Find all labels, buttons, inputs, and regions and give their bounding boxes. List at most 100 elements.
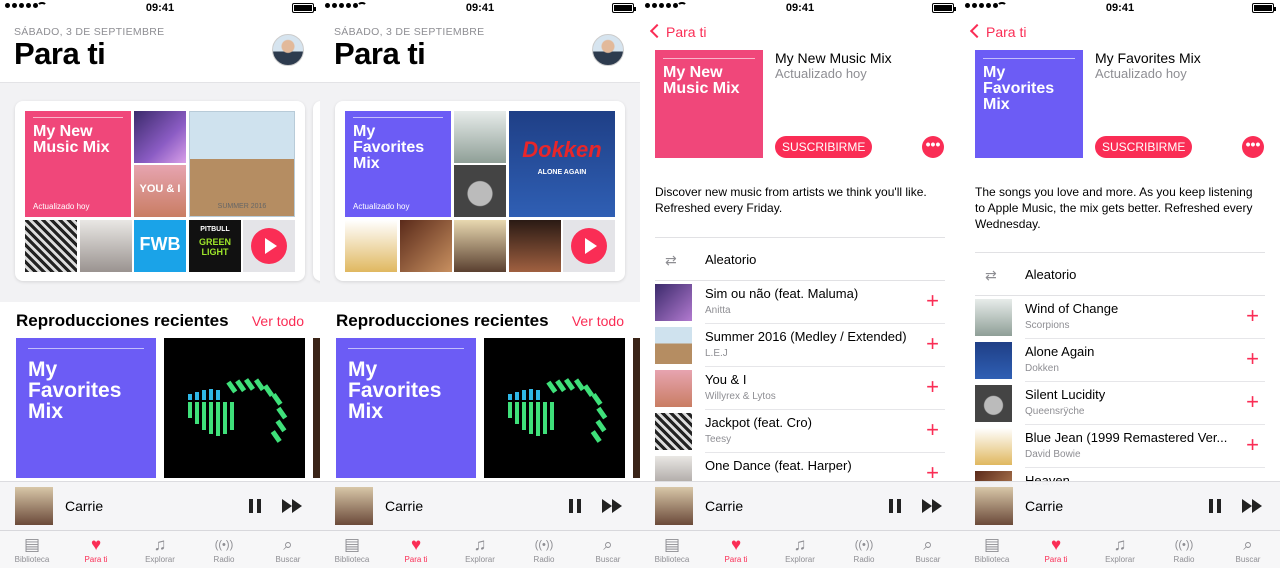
tab-bar: ▤ Biblioteca ♥ Para ti ♫ Explorar ((•)) Radi…: [320, 530, 640, 568]
album-art[interactable]: YOU & I: [134, 165, 186, 217]
tab-browse[interactable]: ♫ Explorar: [448, 531, 512, 568]
heart-icon: ♥: [410, 535, 422, 554]
status-bar: 09:41: [320, 0, 640, 16]
album-art[interactable]: [454, 111, 506, 163]
play-button[interactable]: [251, 228, 287, 264]
track-row[interactable]: Jackpot (feat. Cro) Teesy +: [655, 410, 945, 453]
pause-icon[interactable]: [1209, 499, 1221, 513]
section-title-recent: Reproducciones recientes: [16, 311, 229, 330]
album-art[interactable]: [454, 165, 506, 217]
mix-tile[interactable]: My New Music Mix Actualizado hoy: [25, 111, 131, 217]
tab-library[interactable]: ▤ Biblioteca: [0, 531, 64, 568]
tab-library[interactable]: ▤ Biblioteca: [320, 531, 384, 568]
pause-icon[interactable]: [889, 499, 901, 513]
search-icon: ⌕: [923, 535, 933, 554]
fast-forward-icon[interactable]: [602, 499, 624, 513]
add-icon[interactable]: +: [926, 331, 939, 357]
recent-album-art[interactable]: [484, 338, 625, 478]
avatar[interactable]: [272, 34, 304, 66]
back-button[interactable]: Para ti: [652, 24, 706, 40]
tab-browse[interactable]: ♫ Explorar: [768, 531, 832, 568]
tab-search[interactable]: ⌕ Buscar: [576, 531, 640, 568]
now-playing-title: Carrie: [385, 498, 424, 514]
recent-album-peek[interactable]: [313, 338, 320, 478]
see-all-link[interactable]: Ver todo: [572, 313, 624, 329]
tab-browse[interactable]: ♫ Explorar: [128, 531, 192, 568]
track-title: Jackpot (feat. Cro): [705, 415, 812, 430]
tab-search[interactable]: ⌕ Buscar: [1216, 531, 1280, 568]
mix-card-favorites[interactable]: My Favorites Mix Actualizado hoy Dokken A…: [335, 101, 625, 281]
album-art[interactable]: [345, 220, 397, 272]
recent-album-peek[interactable]: [633, 338, 640, 478]
tab-radio[interactable]: ((•)) Radio: [512, 531, 576, 568]
more-button[interactable]: •••: [1242, 136, 1264, 158]
track-row[interactable]: Summer 2016 (Medley / Extended) L.E.J +: [655, 324, 945, 367]
track-row[interactable]: Silent Lucidity Queensrÿche +: [975, 382, 1265, 425]
subscribe-button[interactable]: SUSCRIBIRME: [1095, 136, 1193, 158]
tab-browse[interactable]: ♫ Explorar: [1088, 531, 1152, 568]
add-icon[interactable]: +: [1246, 303, 1259, 329]
track-art: [655, 284, 692, 321]
mini-player[interactable]: Carrie: [0, 481, 320, 530]
album-art[interactable]: [25, 220, 77, 272]
mini-player[interactable]: Carrie: [960, 481, 1280, 530]
fast-forward-icon[interactable]: [282, 499, 304, 513]
see-all-link[interactable]: Ver todo: [252, 313, 304, 329]
track-row[interactable]: Wind of Change Scorpions +: [975, 296, 1265, 339]
track-row[interactable]: Alone Again Dokken +: [975, 339, 1265, 382]
add-icon[interactable]: +: [926, 374, 939, 400]
tab-radio[interactable]: ((•)) Radio: [192, 531, 256, 568]
album-art[interactable]: [80, 220, 132, 272]
track-title: Sim ou não (feat. Maluma): [705, 286, 859, 301]
tab-library[interactable]: ▤ Biblioteca: [960, 531, 1024, 568]
album-art[interactable]: [454, 220, 506, 272]
track-title: You & I: [705, 372, 747, 387]
shuffle-row[interactable]: ⇄ Aleatorio: [975, 252, 1265, 296]
track-row[interactable]: Blue Jean (1999 Remastered Ver... David …: [975, 425, 1265, 468]
search-icon: ⌕: [1243, 535, 1253, 554]
subscribe-button[interactable]: SUSCRIBIRME: [775, 136, 873, 158]
recent-favorites-mix[interactable]: My Favorites Mix: [336, 338, 476, 478]
more-button[interactable]: •••: [922, 136, 944, 158]
add-icon[interactable]: +: [1246, 346, 1259, 372]
mini-player[interactable]: Carrie: [320, 481, 640, 530]
track-row[interactable]: Sim ou não (feat. Maluma) Anitta +: [655, 281, 945, 324]
track-art: [655, 327, 692, 364]
album-art[interactable]: PITBULL GREEN LIGHT: [189, 220, 241, 272]
mix-tile[interactable]: My Favorites Mix Actualizado hoy: [345, 111, 451, 217]
add-icon[interactable]: +: [1246, 389, 1259, 415]
album-art[interactable]: FWB: [134, 220, 186, 272]
album-art[interactable]: [134, 111, 186, 163]
tab-library[interactable]: ▤ Biblioteca: [640, 531, 704, 568]
add-icon[interactable]: +: [1246, 432, 1259, 458]
next-card-peek[interactable]: [313, 101, 320, 281]
tab-search[interactable]: ⌕ Buscar: [256, 531, 320, 568]
music-note-icon: ♫: [793, 535, 807, 554]
fast-forward-icon[interactable]: [922, 499, 944, 513]
avatar[interactable]: [592, 34, 624, 66]
tab-search[interactable]: ⌕ Buscar: [896, 531, 960, 568]
mini-player[interactable]: Carrie: [640, 481, 960, 530]
album-art[interactable]: [400, 220, 452, 272]
tab-for-you[interactable]: ♥ Para ti: [704, 531, 768, 568]
play-button[interactable]: [571, 228, 607, 264]
album-art[interactable]: Dokken ALONE AGAIN: [509, 111, 615, 217]
album-art[interactable]: [509, 220, 561, 272]
recent-favorites-mix[interactable]: My Favorites Mix: [16, 338, 156, 478]
back-button[interactable]: Para ti: [972, 24, 1026, 40]
tab-for-you[interactable]: ♥ Para ti: [1024, 531, 1088, 568]
album-art[interactable]: SUMMER 2016: [189, 111, 295, 217]
tab-radio[interactable]: ((•)) Radio: [832, 531, 896, 568]
pause-icon[interactable]: [249, 499, 261, 513]
recent-album-art[interactable]: [164, 338, 305, 478]
tab-for-you[interactable]: ♥ Para ti: [64, 531, 128, 568]
add-icon[interactable]: +: [926, 288, 939, 314]
tab-for-you[interactable]: ♥ Para ti: [384, 531, 448, 568]
pause-icon[interactable]: [569, 499, 581, 513]
track-row[interactable]: You & I Willyrex & Lytos +: [655, 367, 945, 410]
add-icon[interactable]: +: [926, 417, 939, 443]
fast-forward-icon[interactable]: [1242, 499, 1264, 513]
shuffle-row[interactable]: ⇄ Aleatorio: [655, 237, 945, 281]
tab-radio[interactable]: ((•)) Radio: [1152, 531, 1216, 568]
mix-card-new-music[interactable]: My New Music Mix Actualizado hoy YOU & I…: [15, 101, 305, 281]
